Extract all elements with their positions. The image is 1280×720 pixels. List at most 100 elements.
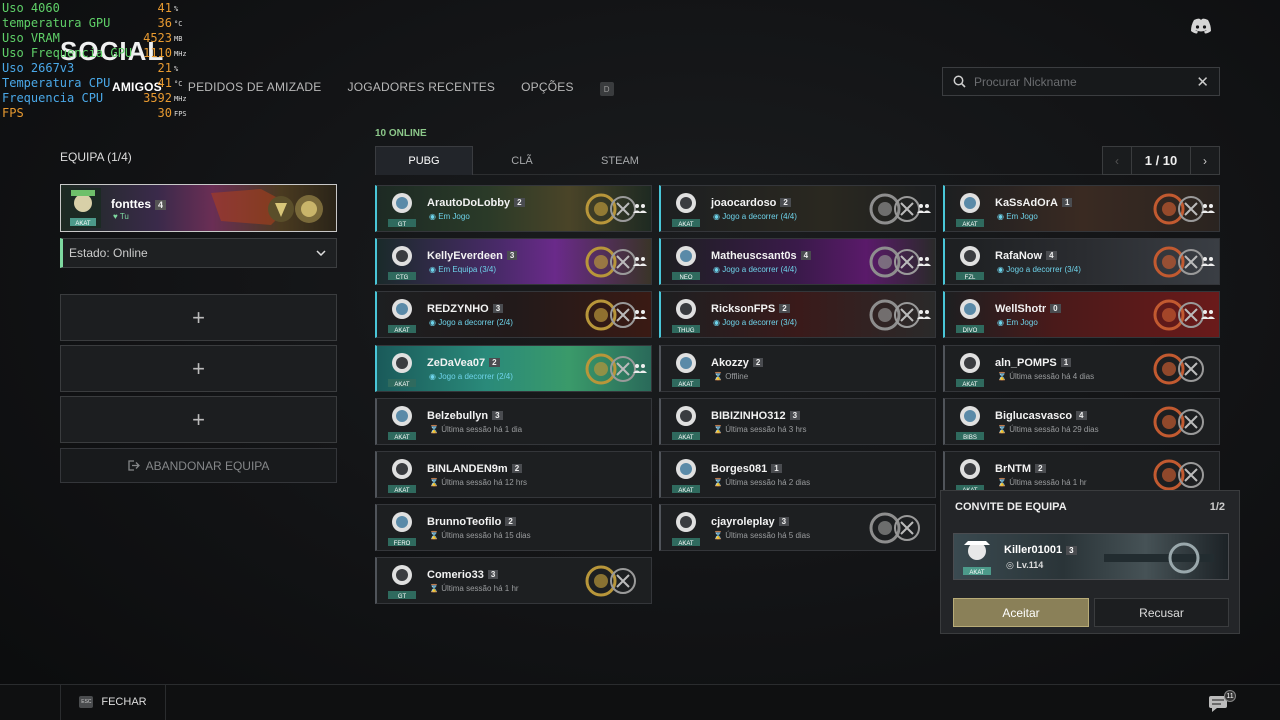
friend-name: Matheuscsant0s 4 (711, 250, 812, 262)
overlay-unit: MB (174, 35, 183, 43)
chevron-down-icon (316, 250, 326, 256)
friend-card[interactable]: DIVO WellShotr 0 ◉ Em Jogo (943, 291, 1220, 339)
invite-player-card[interactable]: AKAT Killer01001 3 ◎ Lv.114 (953, 533, 1229, 580)
friend-card[interactable]: THUG RicksonFPS 2 ◉ Jogo a decorrer (3/4) (659, 291, 936, 339)
emblem-icon (1153, 353, 1204, 385)
friend-name: joaocardoso 2 (711, 197, 791, 209)
friend-level: 3 (492, 410, 503, 420)
friend-card[interactable]: GT ArautoDoLobby 2 ◉ Em Jogo (375, 185, 652, 232)
tab-opcoes[interactable]: OPÇÕES (521, 80, 574, 96)
friend-card[interactable]: AKAT BINLANDEN9m 2 ⌛ Última sessão há 12 hr… (375, 451, 652, 498)
next-page-button[interactable]: › (1190, 146, 1220, 175)
avatar: CTG (388, 246, 416, 281)
friend-name: BrNTM 2 (995, 463, 1046, 475)
emblem-icon (1153, 406, 1204, 438)
friend-card[interactable]: AKAT KaSsAdOrA 1 ◉ Em Jogo (943, 185, 1220, 232)
empty-team-slot[interactable]: + (60, 396, 337, 443)
overlay-value: 3592 (143, 91, 172, 105)
overlay-unit: % (174, 65, 179, 73)
svg-text:DIVO: DIVO (963, 328, 978, 334)
friend-name: Borges081 1 (711, 463, 782, 475)
friend-card[interactable]: AKAT joaocardoso 2 ◉ Jogo a decorrer (4/4) (659, 185, 936, 232)
invite-player-level: ◎ Lv.114 (1006, 560, 1044, 570)
platform-tabs: PUBG CLÃ STEAM (375, 146, 1220, 175)
esc-key-icon: ESC (79, 696, 94, 708)
friend-level: 4 (1046, 251, 1057, 261)
emblem-icon (585, 299, 636, 331)
clear-search-icon[interactable]: ✕ (1196, 73, 1209, 91)
tab-steam[interactable]: STEAM (571, 146, 669, 175)
party-icon (1201, 310, 1215, 320)
friend-level: 4 (1076, 410, 1087, 420)
party-icon (633, 204, 647, 213)
svg-text:AKAT: AKAT (678, 541, 694, 547)
overlay-value: 36 (157, 16, 172, 30)
friend-card[interactable]: AKAT Akozzy 2 ⌛ Offline (659, 344, 936, 392)
friend-status: ◉ Jogo a decorrer (3/4) (997, 265, 1081, 275)
svg-text:FERO: FERO (394, 541, 411, 547)
overlay-label: Uso VRAM (2, 31, 60, 45)
accept-button[interactable]: Aceitar (953, 598, 1089, 627)
leave-team-button[interactable]: ABANDONAR EQUIPA (60, 448, 337, 483)
avatar: FERO (388, 512, 416, 547)
friend-card[interactable]: AKAT aln_POMPS 1 ⌛ Última sessão há 4 dias (943, 344, 1220, 392)
friend-level: 2 (752, 357, 764, 367)
prev-page-button[interactable]: ‹ (1102, 146, 1132, 175)
close-button[interactable]: ESC FECHAR (60, 684, 166, 720)
emblem-icon (1153, 459, 1204, 491)
friend-name: Comerio33 3 (427, 569, 499, 581)
friend-card[interactable]: NEO Matheuscsant0s 4 ◉ Jogo a decorrer (4/4… (659, 238, 936, 286)
friend-card[interactable]: AKAT Belzebullyn 3 ⌛ Última sessão há 1 dia (375, 397, 652, 445)
friend-level: 1 (771, 464, 782, 473)
friend-level: 2 (511, 464, 523, 473)
avatar: AKAT (388, 352, 416, 388)
friend-status: ◉ Jogo a decorrer (2/4) (429, 371, 513, 381)
overlay-unit: MHz (174, 95, 187, 103)
avatar: AKAT (672, 352, 700, 388)
friend-status: ◉ Em Equipa (3/4) (429, 265, 497, 275)
friend-status: ⌛ Última sessão há 5 dias (713, 531, 811, 541)
overlay-unit: °C (174, 20, 183, 28)
friend-level: 2 (505, 517, 516, 527)
member-sub: ♥ Tu (113, 212, 129, 221)
overlay-row: Uso 4060 41% (2, 1, 192, 16)
chat-button[interactable]: 11 (1208, 690, 1238, 714)
friend-card[interactable]: FZL RafaNow 4 ◉ Jogo a decorrer (3/4) (943, 238, 1220, 286)
overlay-value: 41 (157, 76, 172, 90)
empty-team-slot[interactable]: + (60, 294, 337, 341)
team-member-card[interactable]: AKAT fonttes 4 ♥ Tu (60, 184, 337, 232)
tab-pedidos[interactable]: PEDIDOS DE AMIZADE (188, 80, 322, 96)
friend-card[interactable]: AKAT cjayroleplay 3 ⌛ Última sessão há 5 di… (659, 504, 936, 552)
empty-team-slot[interactable]: + (60, 345, 337, 392)
friend-level: 2 (780, 198, 791, 207)
footer-bar (0, 684, 1280, 720)
friend-name: RafaNow 4 (995, 250, 1057, 262)
friend-card[interactable]: FERO BrunnoTeofilo 2 ⌛ Última sessão há 15 … (375, 504, 652, 552)
avatar: AKAT (672, 459, 700, 494)
avatar: AKAT (388, 405, 416, 441)
discord-icon[interactable] (1190, 18, 1212, 34)
decline-button[interactable]: Recusar (1094, 598, 1229, 627)
friend-status: ⌛ Última sessão há 1 dia (429, 424, 523, 434)
friend-card[interactable]: AKAT REDZYNHO 3 ◉ Jogo a decorrer (2/4) (375, 291, 652, 339)
friend-card[interactable]: GT Comerio33 3 ⌛ Última sessão há 1 hr (375, 557, 652, 605)
friend-card[interactable]: CTG KellyEverdeen 3 ◉ Em Equipa (3/4) (375, 238, 652, 286)
tab-pubg[interactable]: PUBG (375, 146, 473, 175)
search-icon (953, 75, 966, 88)
friend-card[interactable]: AKAT BIBIZINHO312 3 ⌛ Última sessão há 3 hr… (659, 397, 936, 445)
page-indicator: 1 / 10 (1132, 146, 1190, 175)
friend-name: BrunnoTeofilo 2 (427, 516, 516, 528)
friend-status: ⌛ Última sessão há 1 hr (429, 584, 519, 594)
friend-name: WellShotr 0 (995, 303, 1061, 315)
tab-jogadores-recentes[interactable]: JOGADORES RECENTES (348, 80, 496, 96)
friend-status: ⌛ Última sessão há 2 dias (713, 478, 811, 487)
friend-card[interactable]: AKAT ZeDaVea07 2 ◉ Jogo a decorrer (2/4) (375, 344, 652, 392)
friend-status: ⌛ Última sessão há 15 dias (429, 531, 531, 541)
friend-level: 3 (778, 517, 790, 527)
friend-card[interactable]: AKAT Borges081 1 ⌛ Última sessão há 2 dias (659, 451, 936, 498)
friend-card[interactable]: BIBS Biglucasvasco 4 ⌛ Última sessão há 29 … (943, 397, 1220, 445)
search-input[interactable] (974, 74, 1197, 89)
tab-cla[interactable]: CLÃ (473, 146, 571, 175)
status-dropdown[interactable]: Estado: Online (60, 238, 337, 268)
svg-text:NEO: NEO (679, 275, 692, 281)
